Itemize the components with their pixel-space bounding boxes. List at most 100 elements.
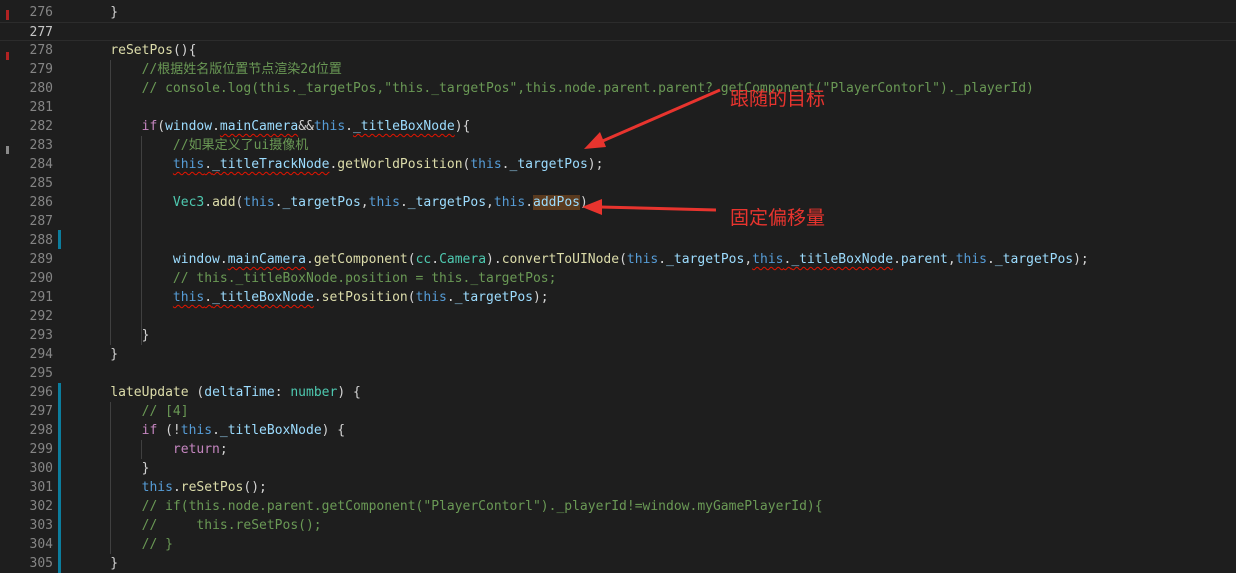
code-line[interactable]: 288: [0, 231, 1236, 250]
line-code[interactable]: lateUpdate (deltaTime: number) {: [79, 383, 361, 402]
line-number: 299: [29, 442, 53, 457]
code-token: _targetPos: [509, 157, 588, 172]
code-line[interactable]: 300 }: [0, 459, 1236, 478]
code-line[interactable]: 301 this.reSetPos();: [0, 478, 1236, 497]
code-token: ).: [486, 252, 502, 267]
code-token: ;: [219, 442, 228, 457]
line-code[interactable]: return;: [79, 440, 228, 459]
line-code[interactable]: if (!this._titleBoxNode) {: [79, 421, 346, 440]
line-code[interactable]: }: [79, 326, 150, 345]
code-token: .: [399, 195, 408, 210]
indent-guide: [141, 440, 142, 459]
code-token: parent: [900, 252, 948, 267]
line-code[interactable]: reSetPos(){: [79, 41, 196, 60]
line-number: 301: [29, 480, 53, 495]
line-code[interactable]: // }: [79, 535, 173, 554]
code-token: // [4]: [141, 404, 189, 419]
code-line[interactable]: 280 // console.log(this._targetPos,"this…: [0, 79, 1236, 98]
code-line[interactable]: 286 Vec3.add(this._targetPos,this._targe…: [0, 193, 1236, 212]
line-code[interactable]: Vec3.add(this._targetPos,this._targetPos…: [79, 193, 588, 212]
line-number: 288: [29, 233, 53, 248]
code-token: ) {: [321, 423, 346, 438]
code-token: lateUpdate: [110, 385, 189, 400]
line-code[interactable]: if(window.mainCamera&&this._titleBoxNode…: [79, 117, 471, 136]
code-line[interactable]: 292: [0, 307, 1236, 326]
code-token: (!: [157, 423, 181, 438]
code-line[interactable]: 282 if(window.mainCamera&&this._titleBox…: [0, 117, 1236, 136]
line-number: 280: [29, 81, 53, 96]
code-token: _titleBoxNode: [352, 119, 455, 134]
code-line[interactable]: 289 window.mainCamera.getComponent(cc.Ca…: [0, 250, 1236, 269]
code-editor[interactable]: 276 } 277 278 reSetPos(){279 //根据姓名版位置节点渲染…: [0, 0, 1236, 573]
line-code[interactable]: this._titleBoxNode.setPosition(this._tar…: [79, 288, 549, 307]
line-code[interactable]: }: [79, 345, 118, 364]
code-token: _targetPos: [282, 195, 361, 210]
code-token: (: [407, 252, 416, 267]
code-line[interactable]: 281: [0, 98, 1236, 117]
code-line[interactable]: 283 //如果定义了ui摄像机: [0, 136, 1236, 155]
code-token: (: [619, 252, 627, 267]
code-token: Camera: [439, 252, 487, 267]
line-code[interactable]: // this.reSetPos();: [79, 516, 322, 535]
code-token: .: [345, 119, 353, 134]
code-token: :: [274, 385, 291, 400]
code-line[interactable]: 276 }: [0, 3, 1236, 22]
line-code[interactable]: }: [79, 3, 118, 22]
code-line[interactable]: 285: [0, 174, 1236, 193]
line-code[interactable]: // this._titleBoxNode.position = this._t…: [79, 269, 557, 288]
code-token: this: [955, 252, 987, 267]
line-code[interactable]: //根据姓名版位置节点渲染2d位置: [79, 60, 342, 79]
code-line[interactable]: 284 this._titleTrackNode.getWorldPositio…: [0, 155, 1236, 174]
code-token: _titleBoxNode: [212, 290, 314, 305]
code-line[interactable]: 287: [0, 212, 1236, 231]
code-line[interactable]: 305 }: [0, 554, 1236, 573]
line-number: 298: [29, 423, 53, 438]
code-token: .: [204, 195, 213, 210]
line-code[interactable]: //如果定义了ui摄像机: [79, 136, 308, 155]
line-code[interactable]: // [4]: [79, 402, 189, 421]
code-line[interactable]: 297 // [4]: [0, 402, 1236, 421]
line-code[interactable]: }: [79, 459, 150, 478]
code-token: _targetPos: [454, 290, 533, 305]
code-token: this: [141, 480, 173, 495]
code-token: .: [204, 157, 213, 172]
code-line[interactable]: 294 }: [0, 345, 1236, 364]
code-line[interactable]: 298 if (!this._titleBoxNode) {: [0, 421, 1236, 440]
code-token: .: [431, 252, 440, 267]
code-line[interactable]: 302 // if(this.node.parent.getComponent(…: [0, 497, 1236, 516]
code-token: ,: [744, 252, 753, 267]
line-code[interactable]: window.mainCamera.getComponent(cc.Camera…: [79, 250, 1089, 269]
code-line[interactable]: 295: [0, 364, 1236, 383]
code-line[interactable]: 278 reSetPos(){: [0, 41, 1236, 60]
code-token: return: [172, 442, 220, 457]
code-token: getWorldPosition: [337, 157, 463, 172]
code-line[interactable]: 304 // }: [0, 535, 1236, 554]
code-token: // this._titleBoxNode.position = this._t…: [172, 271, 557, 286]
line-number: 290: [29, 271, 53, 286]
indent-guide: [110, 402, 111, 554]
line-code[interactable]: }: [79, 554, 118, 573]
line-number: 294: [29, 347, 53, 362]
line-number: 296: [29, 385, 53, 400]
code-token: deltaTime: [204, 385, 275, 400]
line-code[interactable]: this._titleTrackNode.getWorldPosition(th…: [79, 155, 604, 174]
code-line[interactable]: 296 lateUpdate (deltaTime: number) {: [0, 383, 1236, 402]
code-line[interactable]: 291 this._titleBoxNode.setPosition(this.…: [0, 288, 1236, 307]
line-code[interactable]: this.reSetPos();: [79, 478, 267, 497]
code-line[interactable]: 299 return;: [0, 440, 1236, 459]
code-line[interactable]: 303 // this.reSetPos();: [0, 516, 1236, 535]
code-token: ,: [360, 195, 369, 210]
line-code[interactable]: // if(this.node.parent.getComponent("Pla…: [79, 497, 823, 516]
code-line[interactable]: 277: [0, 22, 1236, 41]
code-line[interactable]: 279 //根据姓名版位置节点渲染2d位置: [0, 60, 1236, 79]
code-token: Vec3: [172, 195, 205, 210]
code-line[interactable]: 293 }: [0, 326, 1236, 345]
code-token: mainCamera: [227, 252, 306, 267]
line-code[interactable]: // console.log(this._targetPos,"this._ta…: [79, 79, 1034, 98]
code-line[interactable]: 290 // this._titleBoxNode.position = thi…: [0, 269, 1236, 288]
code-token: &&: [298, 119, 314, 134]
